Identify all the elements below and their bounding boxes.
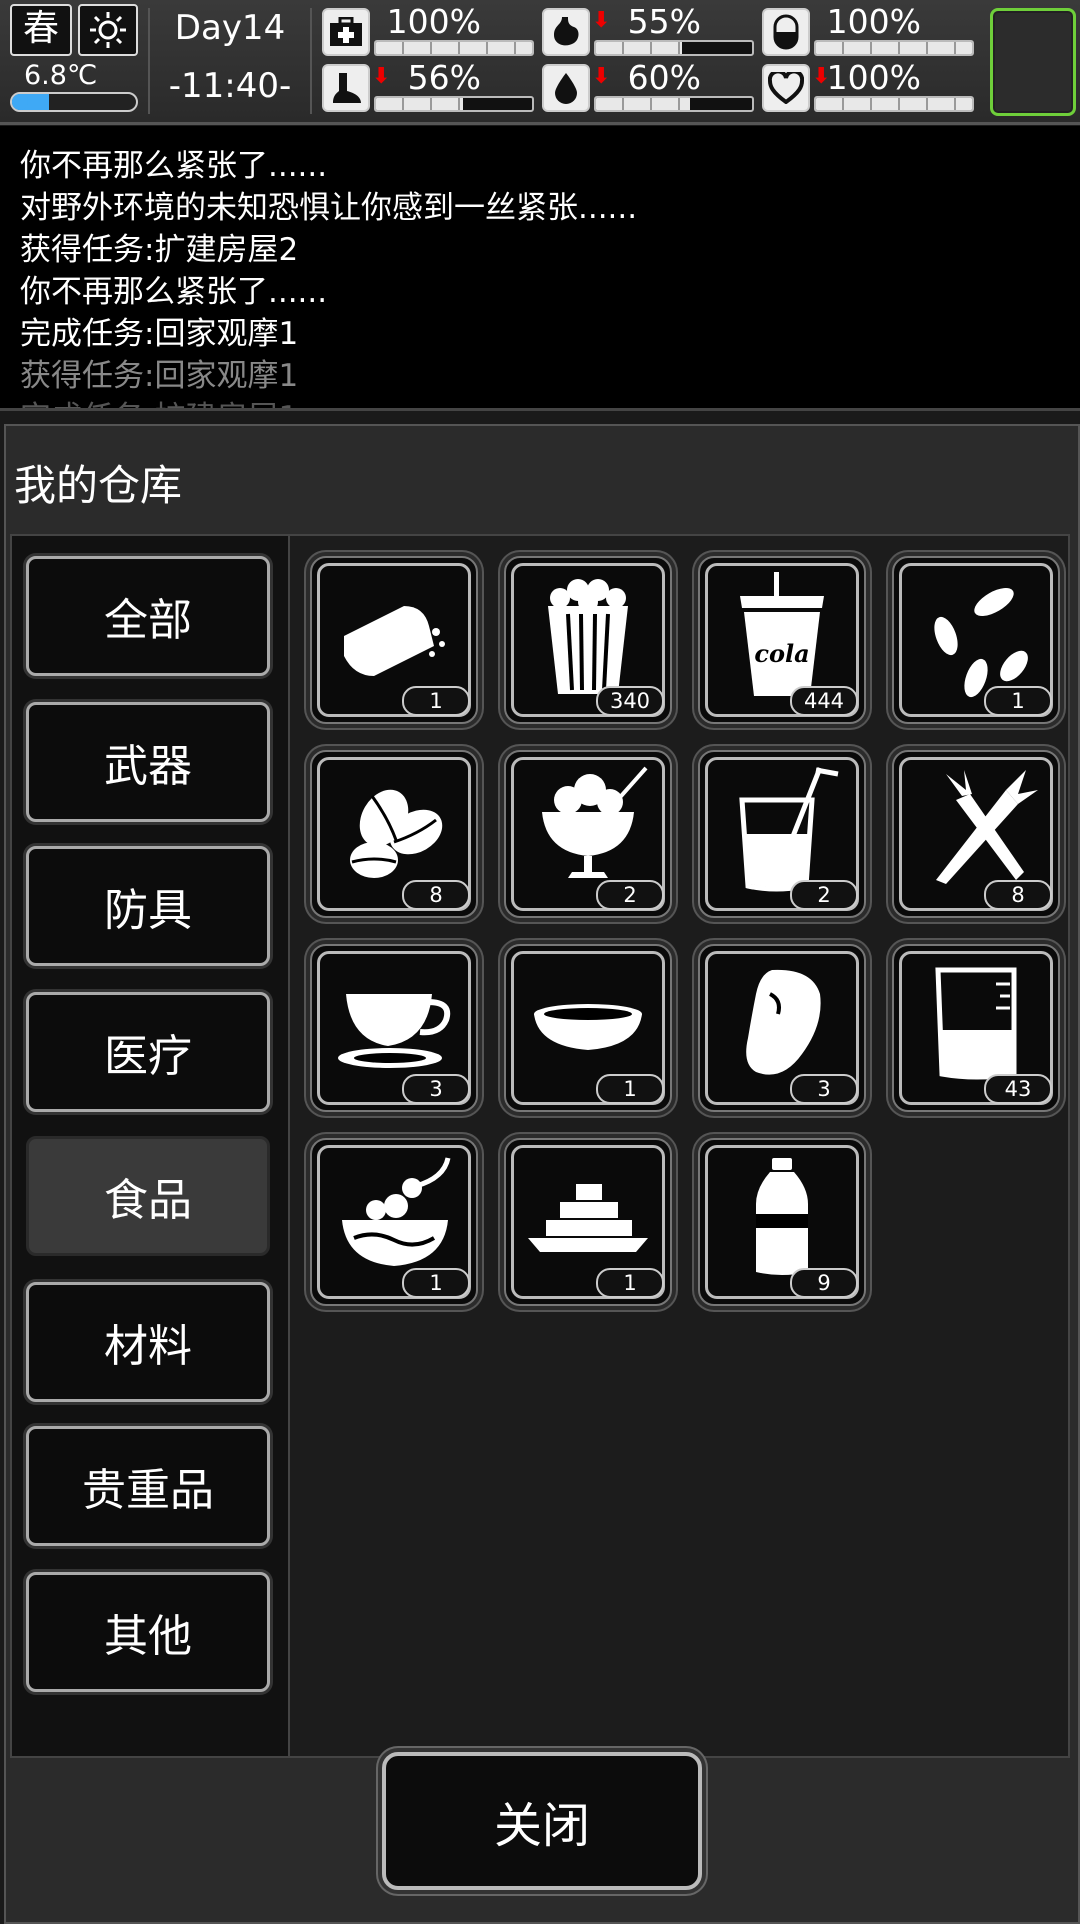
item-slot[interactable]: 1: [504, 944, 672, 1112]
message-log[interactable]: 你不再那么紧张了...... 对野外环境的未知恐惧让你感到一丝紧张...... …: [0, 126, 1080, 411]
foot-icon: [322, 64, 370, 112]
stat-thirst: ⬇ 60%: [542, 58, 754, 114]
item-count: 8: [984, 880, 1052, 910]
item-count: 3: [402, 1074, 470, 1104]
item-count: 1: [402, 1268, 470, 1298]
popcorn-icon: [548, 579, 628, 694]
item-count: 43: [984, 1074, 1052, 1104]
item-slot[interactable]: 9: [698, 1138, 866, 1306]
tab-other[interactable]: 其他: [26, 1572, 270, 1692]
item-slot[interactable]: 3: [310, 944, 478, 1112]
stat-medicine: 100%: [762, 2, 974, 58]
thirst-bar: [594, 96, 754, 112]
stat-hunger: ⬇ 55%: [542, 2, 754, 58]
item-slot[interactable]: 340: [504, 556, 672, 724]
medkit-icon: [322, 8, 370, 56]
item-count: 1: [596, 1268, 664, 1298]
log-line: 对野外环境的未知恐惧让你感到一丝紧张......: [20, 190, 638, 226]
item-slot[interactable]: 8: [892, 750, 1060, 918]
stat-mood: ⬇ 100%: [762, 58, 974, 114]
item-count: 2: [790, 880, 858, 910]
pill-icon: [762, 8, 810, 56]
log-line: 完成任务:扩建房屋1: [20, 392, 298, 408]
stomach-icon: [542, 8, 590, 56]
item-slot[interactable]: 2: [504, 750, 672, 918]
hunger-bar: [594, 40, 754, 56]
day-counter: Day14: [174, 8, 286, 48]
tab-medical[interactable]: 医疗: [26, 992, 270, 1112]
log-line: 你不再那么紧张了......: [20, 274, 328, 310]
tab-weapons[interactable]: 武器: [26, 702, 270, 822]
log-line: 获得任务:扩建房屋2: [20, 232, 299, 268]
mood-bar: [814, 96, 974, 112]
temperature-text: 6.8℃: [24, 60, 98, 91]
carrot-icon: [936, 770, 1038, 884]
tab-valuables[interactable]: 贵重品: [26, 1426, 270, 1546]
item-grid: 1 340 cola 444 1 8 2 2 8 3 1 3 43 1 1 9: [288, 534, 1070, 1758]
category-tabs: 全部 武器 防具 医疗 食品 材料 贵重品 其他: [10, 534, 290, 1758]
item-count: 3: [790, 1074, 858, 1104]
item-count: 444: [790, 686, 858, 716]
item-count: 8: [402, 880, 470, 910]
log-line: 完成任务:回家观摩1: [20, 316, 299, 352]
health-bar: [374, 40, 534, 56]
item-slot[interactable]: 1: [504, 1138, 672, 1306]
temperature-bar: [10, 92, 138, 112]
stamina-bar: [374, 96, 534, 112]
item-slot[interactable]: 1: [892, 556, 1060, 724]
tab-materials[interactable]: 材料: [26, 1282, 270, 1402]
log-line: 你不再那么紧张了......: [20, 148, 328, 184]
status-bar: 春 6.8℃ Day14 -11:40- 100% ⬇ 55% 100% ⬇ 5…: [0, 0, 1080, 125]
tab-food[interactable]: 食品: [26, 1136, 270, 1256]
item-count: 1: [402, 686, 470, 716]
meat-icon: [746, 969, 821, 1075]
cola-icon: cola: [740, 572, 824, 696]
tab-all[interactable]: 全部: [26, 556, 270, 676]
season-badge: 春: [10, 4, 72, 56]
item-count: 2: [596, 880, 664, 910]
warehouse-panel: 我的仓库 全部 武器 防具 医疗 食品 材料 贵重品 其他 1 340 cola…: [4, 424, 1080, 1924]
beaker-icon: [935, 967, 1017, 1080]
coffee-beans-icon: [350, 789, 443, 878]
item-slot[interactable]: 3: [698, 944, 866, 1112]
item-slot[interactable]: 43: [892, 944, 1060, 1112]
item-count: 9: [790, 1268, 858, 1298]
item-slot[interactable]: 1: [310, 556, 478, 724]
cake-tray-icon: [528, 1184, 648, 1252]
bread-icon: [344, 606, 445, 676]
item-slot[interactable]: 8: [310, 750, 478, 918]
item-slot[interactable]: cola 444: [698, 556, 866, 724]
panel-title: 我的仓库: [14, 461, 183, 510]
stat-health: 100%: [322, 2, 534, 58]
seeds-icon: [934, 588, 1028, 698]
svg-text:cola: cola: [754, 639, 809, 668]
medicine-bar: [814, 40, 974, 56]
coffee-cup-icon: [338, 994, 451, 1068]
soup-bowl-icon: [534, 1004, 642, 1050]
heart-icon: [762, 64, 810, 112]
item-slot[interactable]: 2: [698, 750, 866, 918]
stat-stamina: ⬇ 56%: [322, 58, 534, 114]
item-count: 1: [984, 686, 1052, 716]
equipped-item-slot[interactable]: [990, 8, 1076, 116]
log-line: 获得任务:回家观摩1: [20, 358, 299, 394]
dessert-bowl-icon: [342, 1157, 451, 1266]
item-count: 340: [596, 686, 664, 716]
item-count: 1: [596, 1074, 664, 1104]
game-clock: -11:40-: [168, 66, 292, 106]
water-bottle-icon: [756, 1158, 808, 1275]
item-slot[interactable]: 1: [310, 1138, 478, 1306]
close-button[interactable]: 关闭: [382, 1752, 702, 1890]
ice-cream-sundae-icon: [542, 766, 648, 878]
tab-armor[interactable]: 防具: [26, 846, 270, 966]
water-drop-icon: [542, 64, 590, 112]
juice-glass-icon: [739, 767, 839, 892]
sun-icon: [78, 4, 138, 56]
